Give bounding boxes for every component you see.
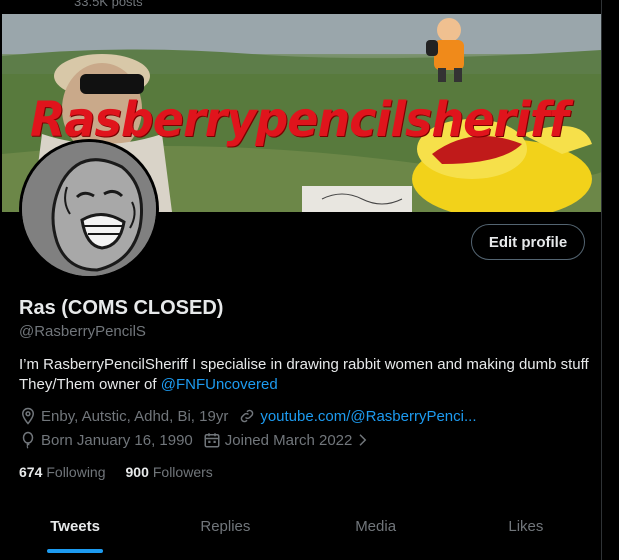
followers-count: 900 — [125, 464, 149, 480]
tab-likes-label: Likes — [508, 518, 544, 535]
bio-mention-link[interactable]: @FNFUncovered — [161, 376, 278, 393]
bio-text: I’m RasberryPencilSheriff I specialise i… — [19, 356, 589, 393]
birthday-item: Born January 16, 1990 — [19, 431, 193, 449]
tab-tweets-label: Tweets — [50, 518, 100, 535]
page-right-border — [601, 0, 619, 560]
profile-meta-row-2: Born January 16, 1990 Joined March 2022 — [19, 430, 388, 450]
following-label: Following — [46, 464, 106, 480]
tab-media[interactable]: Media — [301, 500, 451, 560]
tab-replies-label: Replies — [200, 518, 251, 535]
balloon-icon — [19, 431, 37, 449]
tab-likes[interactable]: Likes — [451, 500, 601, 560]
follow-stats: 674 Following 900 Followers — [19, 464, 233, 480]
top-bar: 33.5K posts — [0, 0, 619, 14]
tab-media-label: Media — [355, 518, 397, 535]
banner-title: Rasberrypencilsheriff — [30, 90, 569, 148]
posts-count: 33.5K posts — [74, 0, 143, 9]
link-icon — [238, 407, 256, 425]
active-tab-indicator — [47, 549, 104, 553]
website-item[interactable]: youtube.com/@RasberryPenci... — [238, 407, 476, 425]
tab-tweets[interactable]: Tweets — [0, 500, 150, 560]
location-item: Enby, Autstic, Adhd, Bi, 19yr — [19, 407, 228, 425]
bio: I’m RasberryPencilSheriff I specialise i… — [19, 355, 589, 395]
following-link[interactable]: 674 Following — [19, 464, 106, 480]
tab-replies[interactable]: Replies — [150, 500, 300, 560]
edit-profile-button[interactable]: Edit profile — [471, 224, 585, 260]
website-link[interactable]: youtube.com/@RasberryPenci... — [260, 408, 476, 425]
chevron-right-icon — [356, 431, 374, 449]
avatar-image — [22, 142, 156, 276]
following-count: 674 — [19, 464, 43, 480]
profile-tabs: Tweets Replies Media Likes — [0, 500, 601, 560]
followers-link[interactable]: 900 Followers — [126, 464, 213, 480]
display-name: Ras (COMS CLOSED) — [19, 297, 224, 319]
joined-item[interactable]: Joined March 2022 — [203, 431, 379, 449]
avatar-drawing — [22, 142, 156, 276]
joined-text: Joined March 2022 — [224, 431, 353, 449]
calendar-icon — [203, 431, 221, 449]
location-text: Enby, Autstic, Adhd, Bi, 19yr — [41, 407, 229, 425]
handle: @RasberryPencilS — [19, 323, 146, 340]
profile-meta-row-1: Enby, Autstic, Adhd, Bi, 19yr youtube.co… — [19, 406, 486, 426]
birthday-text: Born January 16, 1990 — [41, 431, 193, 449]
profile-page: 33.5K posts Rasberrypencilsheriff Edit p… — [0, 0, 619, 560]
location-pin-icon — [19, 407, 37, 425]
avatar[interactable] — [19, 139, 159, 279]
followers-label: Followers — [152, 464, 213, 480]
